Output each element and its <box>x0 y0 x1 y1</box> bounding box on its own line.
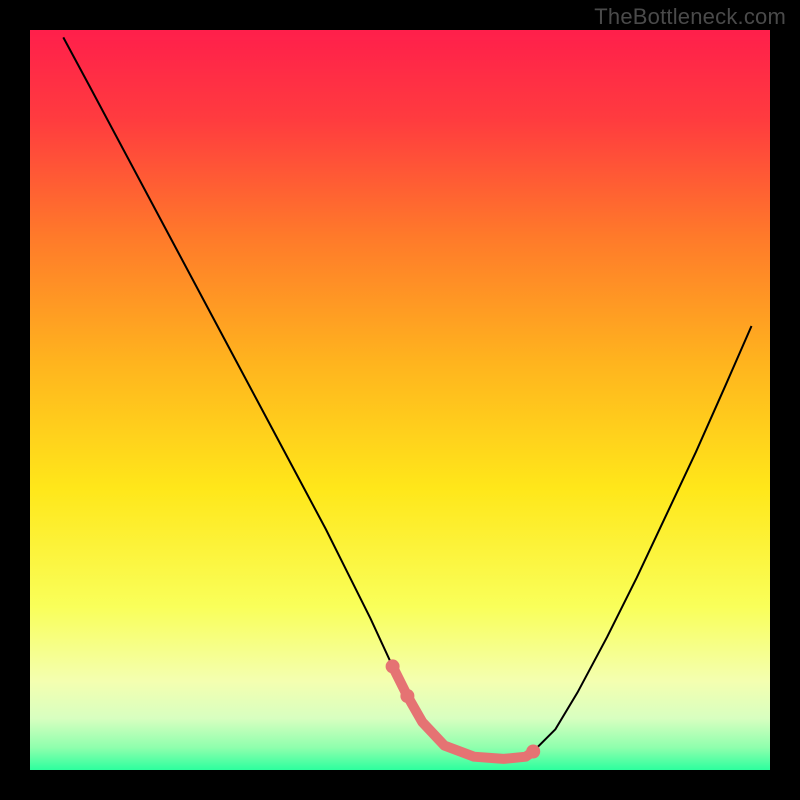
watermark-text: TheBottleneck.com <box>594 4 786 30</box>
bottleneck-chart <box>0 0 800 800</box>
series-optimal-highlight-dot <box>526 745 540 759</box>
series-optimal-highlight-dot <box>400 689 414 703</box>
series-optimal-highlight-dot <box>386 659 400 673</box>
plot-background <box>30 30 770 770</box>
chart-container: TheBottleneck.com <box>0 0 800 800</box>
